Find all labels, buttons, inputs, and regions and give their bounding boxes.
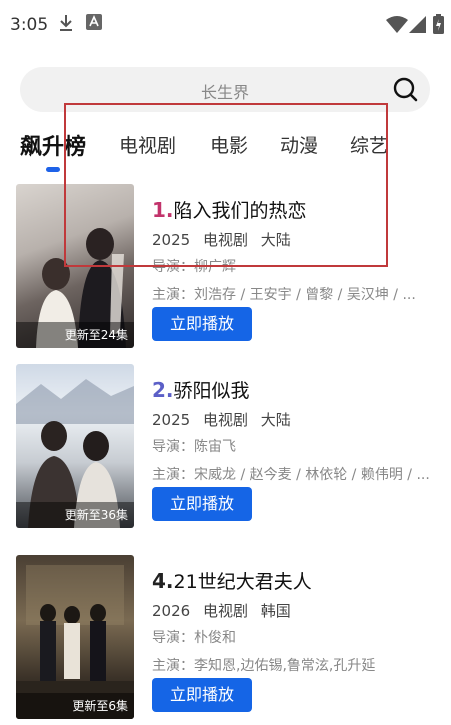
item-title: 21世纪大君夫人: [173, 571, 312, 593]
list-item[interactable]: 更新至36集 2.骄阳似我 2025 电视剧 大陆 导演：陈宙飞 主演：宋威龙 …: [0, 364, 451, 534]
play-button[interactable]: 立即播放: [152, 678, 252, 712]
download-icon: [60, 15, 72, 31]
active-tab-indicator: [46, 167, 60, 172]
episode-badge: 更新至6集: [16, 693, 134, 719]
rank-number: 2.: [152, 378, 174, 402]
item-title-row[interactable]: 4.21世纪大君夫人: [152, 567, 312, 594]
search-placeholder[interactable]: 长生界: [20, 79, 430, 103]
item-meta: 2026 电视剧 韩国: [152, 600, 299, 621]
item-region: 大陆: [260, 411, 291, 429]
poster-image[interactable]: 更新至6集: [16, 555, 134, 719]
signal-icon: [409, 16, 426, 33]
item-title-row[interactable]: 2.骄阳似我: [152, 376, 250, 403]
battery-icon: [433, 14, 444, 34]
item-cast: 主演：宋威龙 / 赵今麦 / 林依轮 / 赖伟明 / ...: [152, 467, 430, 483]
item-cast: 主演：刘浩存 / 王安宇 / 曾黎 / 吴汉坤 / ...: [152, 287, 416, 303]
item-cast: 主演：李知恩,边佑锡,鲁常泫,孔升延: [152, 658, 376, 674]
play-button[interactable]: 立即播放: [152, 487, 252, 521]
list-item[interactable]: 更新至6集 4.21世纪大君夫人 2026 电视剧 韩国 导演：朴俊和 主演：李…: [0, 555, 451, 725]
item-category: 电视剧: [202, 411, 248, 429]
item-year: 2026: [152, 602, 191, 620]
item-director: 导演：陈宙飞: [152, 439, 236, 455]
status-bar: 3:05: [0, 0, 451, 52]
item-year: 2025: [152, 411, 191, 429]
rank-number: 4.: [152, 569, 174, 593]
wifi-icon: [386, 16, 408, 33]
episode-badge: 更新至36集: [16, 502, 134, 528]
app-notification-icon: [86, 14, 102, 30]
item-region: 韩国: [260, 602, 291, 620]
poster-image[interactable]: 更新至36集: [16, 364, 134, 528]
status-time: 3:05: [10, 15, 49, 35]
item-title: 骄阳似我: [173, 380, 250, 402]
item-category: 电视剧: [202, 602, 248, 620]
search-icon[interactable]: [392, 76, 418, 102]
item-director: 导演：朴俊和: [152, 630, 236, 646]
episode-badge: 更新至24集: [16, 322, 134, 348]
highlight-overlay: [64, 103, 388, 267]
item-meta: 2025 电视剧 大陆: [152, 409, 299, 430]
play-button[interactable]: 立即播放: [152, 307, 252, 341]
